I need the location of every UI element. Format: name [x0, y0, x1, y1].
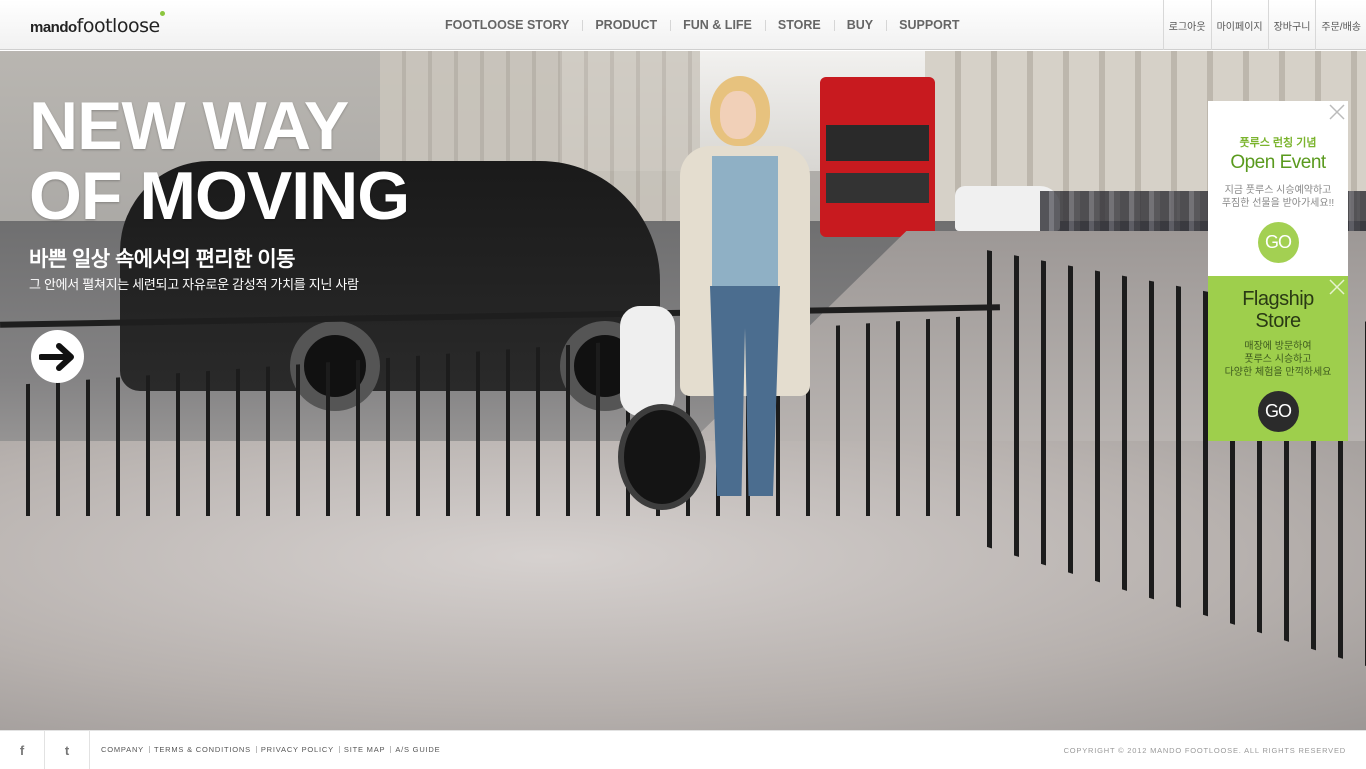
- event-go-button[interactable]: GO: [1257, 222, 1299, 263]
- store-desc-line3: 다양한 체험을 만끽하세요: [1224, 367, 1332, 378]
- hero-title-line1: NEW WAY: [29, 88, 349, 164]
- footer-link-company[interactable]: COMPANY: [101, 745, 149, 754]
- nav-footloose-story[interactable]: FOOTLOOSE STORY: [432, 18, 582, 32]
- event-description: 지금 풋루스 시승예약하고 푸짐한 선물을 받아가세요!!: [1208, 184, 1348, 210]
- logo-bold-text: mando: [30, 19, 77, 36]
- order-delivery-link[interactable]: 주문/배송: [1315, 0, 1366, 50]
- store-desc-line2: 풋루스 시승하고: [1244, 354, 1312, 365]
- store-title-line2: Store: [1255, 310, 1301, 332]
- event-title: Open Event: [1230, 152, 1326, 173]
- hero-visual: NEW WAY OF MOVING 바쁜 일상 속에서의 편리한 이동 그 안에…: [0, 51, 1366, 730]
- facebook-icon: f: [19, 742, 25, 758]
- footer-link-as-guide[interactable]: A/S GUIDE: [390, 745, 445, 754]
- hero-title: NEW WAY OF MOVING: [29, 88, 410, 234]
- event-kicker: 풋루스 런칭 기념: [1239, 137, 1317, 149]
- flagship-store-banner[interactable]: Flagship Store 매장에 방문하여 풋루스 시승하고 다양한 체험을…: [1208, 276, 1348, 441]
- store-go-button[interactable]: GO: [1257, 391, 1299, 432]
- twitter-button[interactable]: t: [45, 731, 90, 769]
- store-desc-line1: 매장에 방문하여: [1244, 341, 1312, 352]
- logo-light-text: footloose: [76, 15, 161, 37]
- twitter-icon: t: [64, 742, 70, 758]
- nav-buy[interactable]: BUY: [833, 18, 886, 32]
- logo[interactable]: mandofootloose: [30, 11, 165, 39]
- event-desc-line2: 푸짐한 선물을 받아가세요!!: [1221, 198, 1335, 209]
- nav-product[interactable]: PRODUCT: [582, 18, 670, 32]
- hero-bg-bus: [820, 77, 935, 237]
- close-icon[interactable]: [1326, 101, 1348, 123]
- nav-store[interactable]: STORE: [764, 18, 834, 32]
- header: mandofootloose FOOTLOOSE STORY PRODUCT F…: [0, 0, 1366, 50]
- logout-link[interactable]: 로그아웃: [1162, 0, 1211, 50]
- footer-links: COMPANY TERMS & CONDITIONS PRIVACY POLIC…: [101, 745, 445, 754]
- footer-link-privacy[interactable]: PRIVACY POLICY: [255, 745, 339, 754]
- footer-link-terms[interactable]: TERMS & CONDITIONS: [148, 745, 256, 754]
- cart-link[interactable]: 장바구니: [1267, 0, 1316, 50]
- hero-next-button[interactable]: [31, 330, 84, 383]
- logo-dot: [159, 11, 165, 16]
- hero-description: 그 안에서 펼쳐지는 세련되고 자유로운 감성적 가치를 지닌 사람: [29, 277, 359, 292]
- mypage-link[interactable]: 마이페이지: [1210, 0, 1268, 50]
- copyright: COPYRIGHT © 2012 MANDO FOOTLOOSE. ALL RI…: [1063, 746, 1346, 755]
- nav-support[interactable]: SUPPORT: [886, 18, 972, 32]
- event-desc-line1: 지금 풋루스 시승예약하고: [1224, 185, 1332, 196]
- facebook-button[interactable]: f: [0, 731, 45, 769]
- main-nav: FOOTLOOSE STORY PRODUCT FUN & LIFE STORE…: [432, 0, 973, 50]
- open-event-banner[interactable]: 풋루스 런칭 기념 Open Event 지금 풋루스 시승예약하고 푸짐한 선…: [1208, 101, 1348, 276]
- hero-subtitle: 바쁜 일상 속에서의 편리한 이동: [29, 248, 296, 271]
- hero-title-line2: OF MOVING: [29, 158, 410, 234]
- close-icon[interactable]: [1326, 276, 1348, 298]
- footer-link-sitemap[interactable]: SITE MAP: [338, 745, 390, 754]
- hero-model: [680, 76, 810, 516]
- utility-nav: 로그아웃 마이페이지 장바구니 주문/배송: [1162, 0, 1366, 50]
- nav-fun-life[interactable]: FUN & LIFE: [670, 18, 765, 32]
- footer: f t COMPANY TERMS & CONDITIONS PRIVACY P…: [0, 730, 1366, 769]
- store-description: 매장에 방문하여 풋루스 시승하고 다양한 체험을 만끽하세요: [1208, 340, 1348, 379]
- arrow-right-icon: [38, 342, 74, 371]
